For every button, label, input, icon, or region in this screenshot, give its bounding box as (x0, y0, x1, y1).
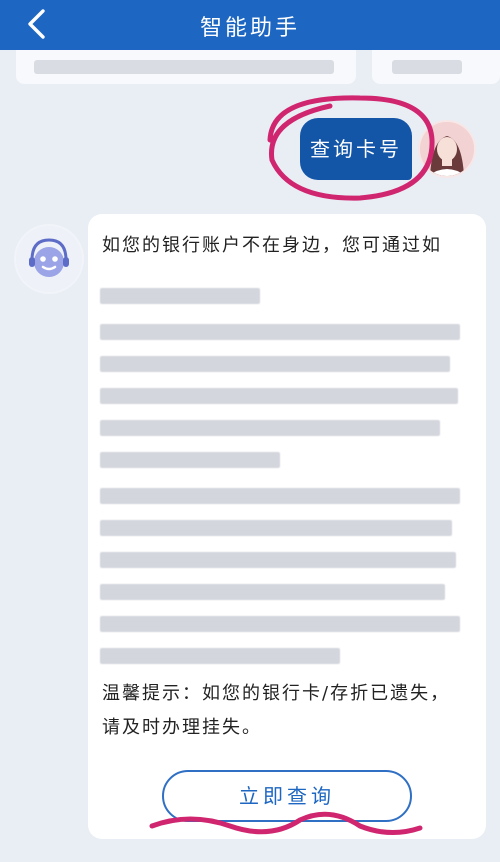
bot-message-card: 如您的银行账户不在身边，您可通过如 温馨提示：如您的银行卡/存折已遗失， 请及时… (88, 214, 486, 839)
previous-message (16, 50, 356, 84)
warm-tip-line: 请及时办理挂失。 (102, 717, 262, 738)
top-bar: 智能助手 (0, 0, 500, 50)
user-avatar-icon (418, 120, 476, 178)
previous-message (372, 50, 500, 84)
page-title: 智能助手 (199, 16, 300, 41)
query-now-button[interactable]: 立即查询 (162, 770, 412, 822)
blurred-content (100, 288, 474, 664)
bot-message-intro: 如您的银行账户不在身边，您可通过如 (102, 235, 442, 256)
user-message-bubble: 查询卡号 (300, 118, 412, 180)
warm-tip-line: 温馨提示：如您的银行卡/存折已遗失， (102, 683, 451, 704)
robot-avatar-icon (14, 224, 84, 294)
